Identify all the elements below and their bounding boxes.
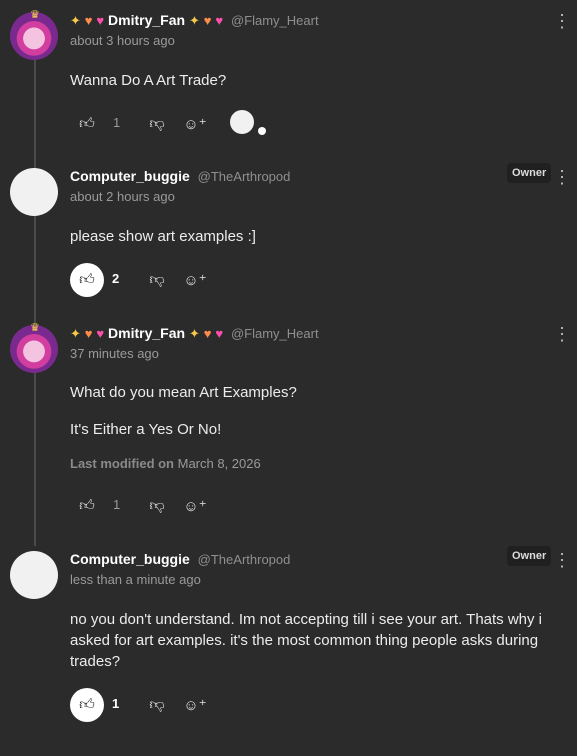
author-name[interactable]: Dmitry_Fan (108, 325, 185, 341)
avatar[interactable] (10, 168, 58, 216)
comment-text-line: It's Either a Yes Or No! (70, 421, 222, 438)
heart-icon: ♥ (84, 13, 93, 28)
heart-icon: ♥ (96, 326, 105, 341)
comment-header: Computer_buggie @TheArthropod (70, 551, 290, 567)
comment-text-line: What do you mean Art Examples? (70, 384, 297, 401)
like-count: 1 (112, 696, 120, 711)
heart-icon: ♥ (215, 326, 224, 341)
author-name[interactable]: Computer_buggie (70, 168, 190, 184)
timestamp: about 2 hours ago (70, 189, 175, 204)
thread-line (34, 56, 36, 546)
add-reaction-icon[interactable]: ☺⁺ (178, 489, 212, 523)
more-vertical-icon[interactable]: ⋮ (553, 168, 571, 186)
thumbs-up-icon[interactable]: 👍︎ (70, 263, 104, 297)
author-name[interactable]: Dmitry_Fan (108, 12, 185, 28)
heart-icon: ♥ (96, 13, 105, 28)
author-handle[interactable]: @Flamy_Heart (231, 13, 319, 28)
heart-icon: ♥ (203, 13, 212, 28)
author-handle[interactable]: @TheArthropod (198, 169, 291, 184)
comment-header: Computer_buggie @TheArthropod (70, 168, 290, 184)
reaction-badge (258, 127, 266, 135)
avatar[interactable] (10, 551, 58, 599)
sparkle-icon: ✦ (70, 326, 81, 341)
heart-icon: ♥ (215, 13, 224, 28)
comment-text: no you don't understand. Im not acceptin… (70, 611, 543, 670)
heart-icon: ♥ (84, 326, 93, 341)
owner-badge: Owner (507, 163, 552, 183)
crown-icon: ♛ (30, 322, 40, 334)
timestamp: less than a minute ago (70, 572, 201, 587)
reaction-avatar[interactable] (230, 110, 254, 134)
more-vertical-icon[interactable]: ⋮ (553, 12, 571, 30)
author-handle[interactable]: @Flamy_Heart (231, 326, 319, 341)
add-reaction-icon[interactable]: ☺⁺ (178, 263, 212, 297)
comment-header: ✦ ♥ ♥ Dmitry_Fan ✦ ♥ ♥ @Flamy_Heart (70, 325, 319, 342)
heart-icon: ♥ (203, 326, 212, 341)
thumbs-down-icon[interactable]: 👎︎ (140, 263, 174, 297)
more-vertical-icon[interactable]: ⋮ (553, 325, 571, 343)
crown-icon: ♛ (30, 9, 40, 21)
thumbs-down-icon[interactable]: 👎︎ (140, 688, 174, 722)
thumbs-up-icon[interactable]: 👍︎ (70, 489, 104, 523)
thumbs-down-icon[interactable]: 👎︎ (140, 107, 174, 141)
thumbs-up-icon[interactable]: 👍︎ (70, 107, 104, 141)
more-vertical-icon[interactable]: ⋮ (553, 551, 571, 569)
last-modified: Last modified on March 8, 2026 (70, 456, 261, 471)
author-handle[interactable]: @TheArthropod (198, 552, 291, 567)
author-name[interactable]: Computer_buggie (70, 551, 190, 567)
comment-text: Wanna Do A Art Trade? (70, 72, 227, 89)
like-count: 1 (113, 115, 121, 130)
timestamp: about 3 hours ago (70, 33, 175, 48)
modified-label: Last modified on (70, 456, 174, 471)
add-reaction-icon[interactable]: ☺⁺ (178, 688, 212, 722)
owner-badge: Owner (507, 546, 552, 566)
sparkle-icon: ✦ (70, 13, 81, 28)
like-count: 2 (112, 271, 120, 286)
sparkle-icon: ✦ (188, 326, 200, 341)
like-count: 1 (113, 497, 121, 512)
sparkle-icon: ✦ (188, 13, 200, 28)
timestamp: 37 minutes ago (70, 346, 159, 361)
add-reaction-icon[interactable]: ☺⁺ (178, 107, 212, 141)
comment-header: ✦ ♥ ♥ Dmitry_Fan ✦ ♥ ♥ @Flamy_Heart (70, 12, 319, 29)
thumbs-down-icon[interactable]: 👎︎ (140, 489, 174, 523)
modified-date: March 8, 2026 (177, 456, 261, 471)
comment-text: please show art examples :] (70, 228, 256, 245)
thumbs-up-icon[interactable]: 👍︎ (70, 688, 104, 722)
